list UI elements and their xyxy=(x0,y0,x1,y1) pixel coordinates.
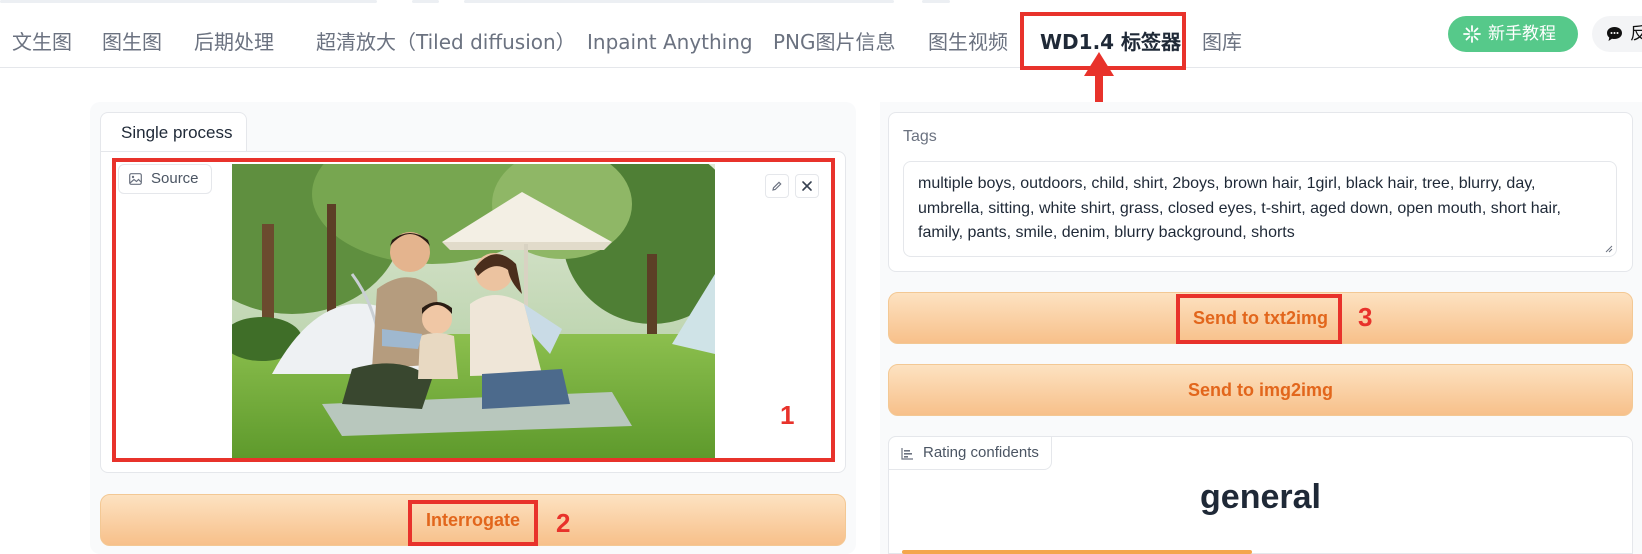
rating-label: Rating confidents xyxy=(888,436,1052,470)
tab-img2video[interactable]: 图生视频 xyxy=(928,30,1008,54)
annotation-number-1: 1 xyxy=(780,400,795,430)
rating-label-text: Rating confidents xyxy=(923,444,1039,461)
tab-tiled-diffusion[interactable]: 超清放大（Tiled diffusion） xyxy=(316,30,576,54)
bar-chart-icon xyxy=(901,448,913,460)
tab-single-process[interactable]: Single process xyxy=(100,112,247,152)
rating-confidence-bar xyxy=(902,550,1252,554)
annotation-number-2: 2 xyxy=(556,508,571,538)
tags-label: Tags xyxy=(903,128,937,145)
annotation-box-send-txt2img xyxy=(1176,294,1342,344)
tags-text: multiple boys, outdoors, child, shirt, 2… xyxy=(918,175,1561,241)
sparkle-icon xyxy=(1463,25,1481,43)
rating-top-label: general xyxy=(1200,478,1321,516)
send-to-img2img-button[interactable]: Send to img2img xyxy=(888,364,1633,416)
tutorial-button[interactable]: 新手教程 xyxy=(1448,16,1578,52)
top-divider xyxy=(0,0,377,3)
top-divider xyxy=(922,0,950,3)
resize-handle-icon[interactable] xyxy=(1603,243,1613,253)
tab-inpaint-anything[interactable]: Inpaint Anything xyxy=(587,30,753,54)
tab-img2img[interactable]: 图生图 xyxy=(102,30,162,54)
feedback-label: 反馈 xyxy=(1630,24,1642,44)
annotation-number-3: 3 xyxy=(1358,302,1373,332)
send-img2img-label: Send to img2img xyxy=(1187,380,1333,400)
feedback-button[interactable]: 反馈 xyxy=(1592,16,1642,52)
tab-txt2img[interactable]: 文生图 xyxy=(12,30,72,54)
tab-gallery[interactable]: 图库 xyxy=(1202,30,1242,54)
tutorial-label: 新手教程 xyxy=(1488,24,1556,44)
tags-textarea[interactable]: multiple boys, outdoors, child, shirt, 2… xyxy=(903,161,1617,257)
top-divider xyxy=(412,0,439,3)
tab-extras[interactable]: 后期处理 xyxy=(194,30,274,54)
tab-png-info[interactable]: PNG图片信息 xyxy=(773,30,896,54)
annotation-box-interrogate xyxy=(408,500,538,546)
top-divider xyxy=(464,0,894,3)
chat-bubble-icon xyxy=(1607,27,1622,41)
annotation-box-source xyxy=(112,158,835,462)
